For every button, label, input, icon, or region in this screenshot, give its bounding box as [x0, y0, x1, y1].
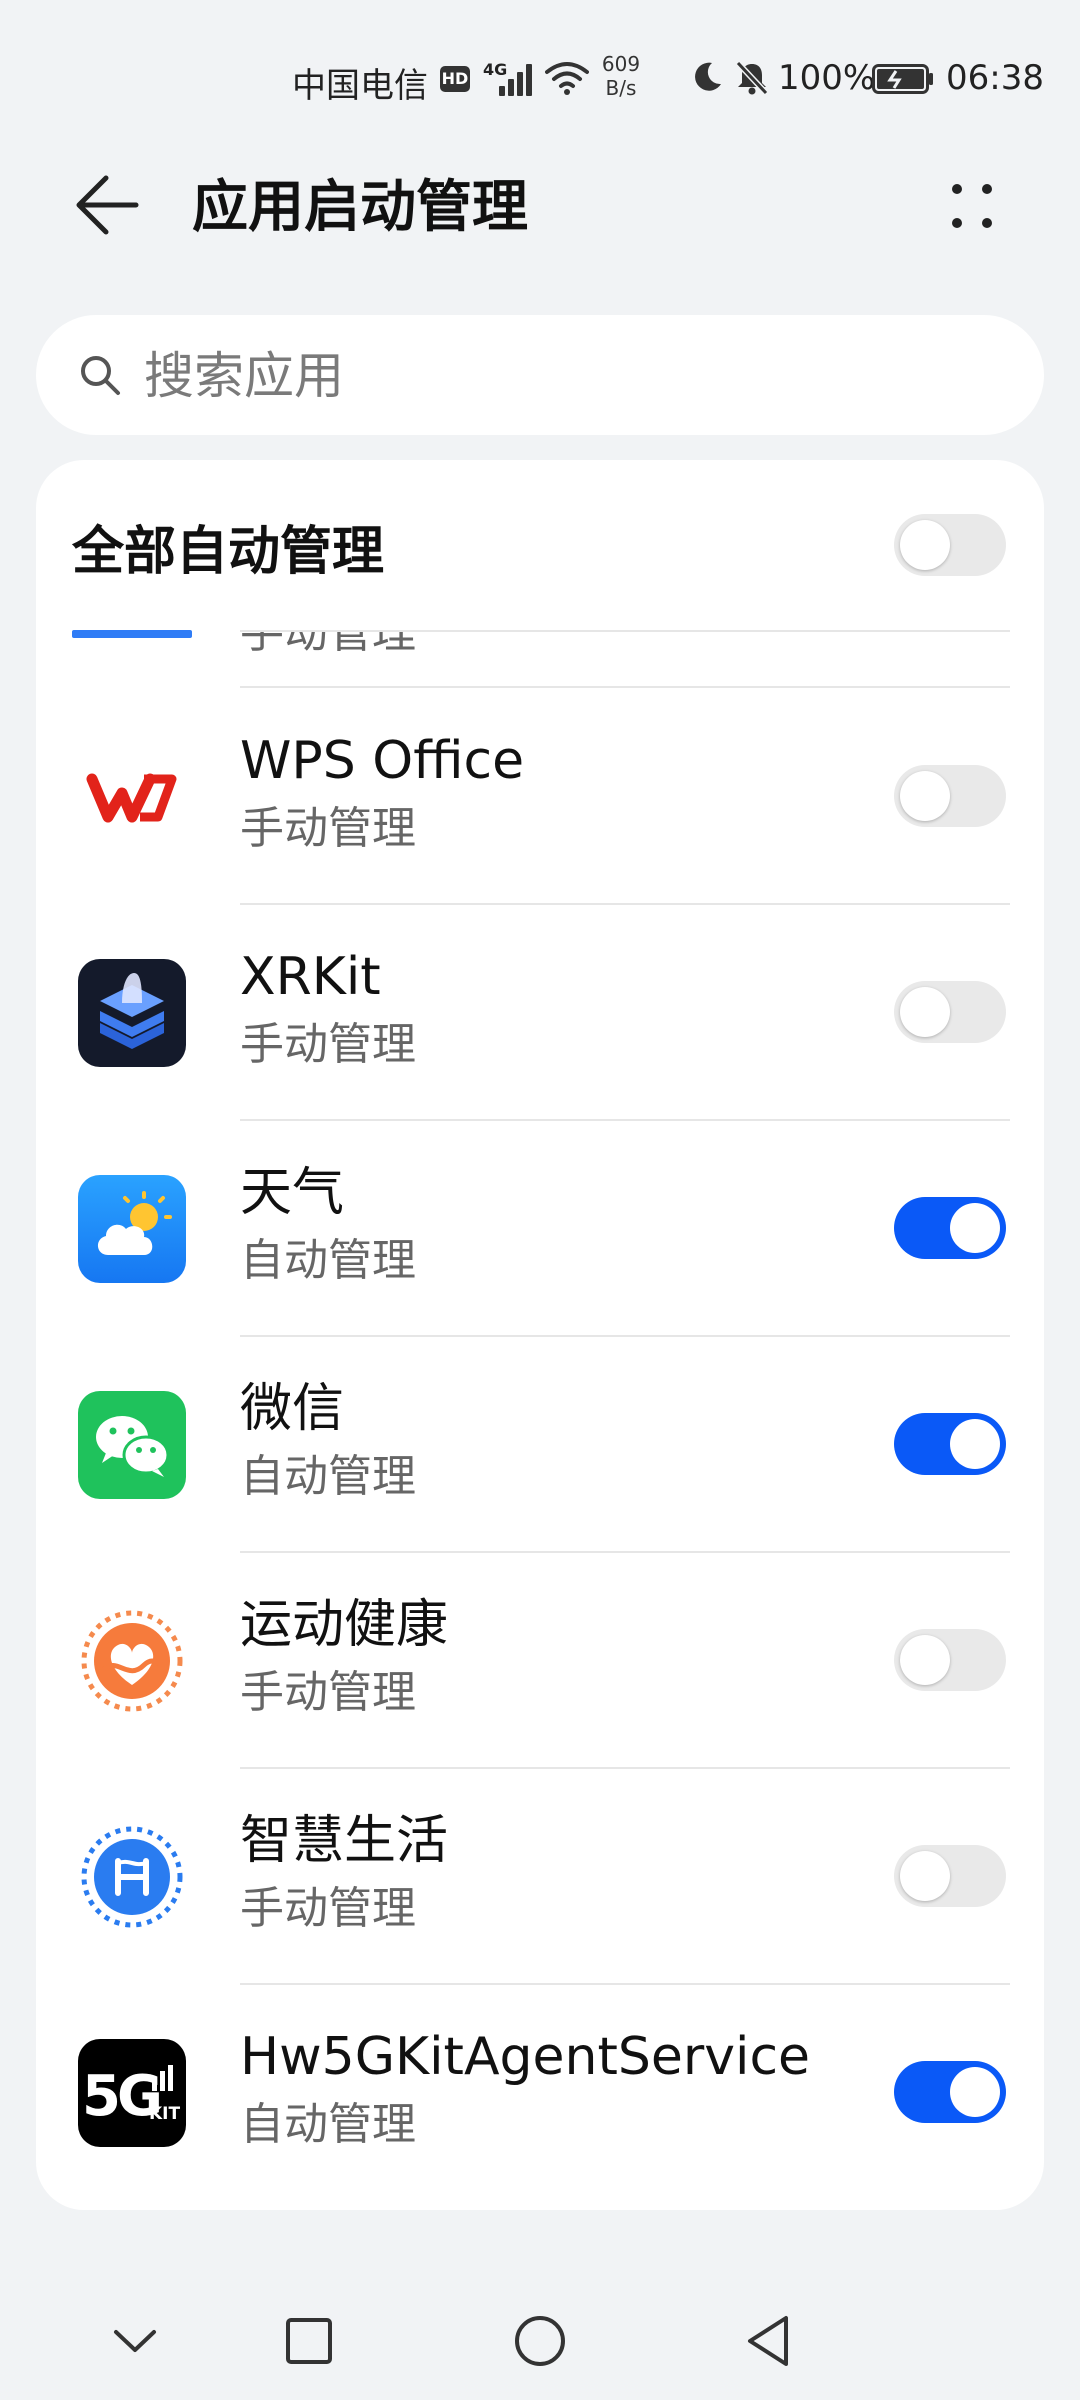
carrier-name: 中国电信: [292, 66, 428, 106]
wps-office-icon: [78, 743, 186, 851]
list-item[interactable]: 微信 自动管理: [36, 1336, 1044, 1552]
recents-square-icon[interactable]: [274, 2306, 344, 2376]
wifi-icon: [545, 62, 589, 95]
speed-unit: B/s: [605, 76, 637, 100]
smart-life-icon: [78, 1823, 186, 1931]
more-options-icon[interactable]: [940, 176, 1004, 240]
battery-percent: 100%: [778, 58, 876, 98]
moon-icon: [695, 62, 721, 91]
all-auto-manage-label: 全部自动管理: [72, 522, 385, 582]
search-icon: [81, 356, 120, 395]
speed-value: 609: [601, 52, 641, 76]
5g-kit-icon: 5G KIT: [78, 2039, 186, 2147]
app-name: 智慧生活: [240, 1811, 449, 1871]
divider: [240, 630, 1010, 632]
back-arrow-icon[interactable]: [70, 170, 140, 240]
navigation-bar: [0, 2290, 1080, 2400]
app-toggle[interactable]: [894, 1629, 1006, 1691]
status-bar: 中国电信 HD 4G 609 B/s 100% 06:38: [0, 0, 1080, 110]
app-status: 手动管理: [240, 803, 416, 854]
search-input[interactable]: [142, 337, 1006, 415]
app-name: XRKit: [240, 947, 381, 1007]
app-status: 自动管理: [240, 2099, 416, 2150]
signal-icon: [495, 62, 537, 96]
list-item[interactable]: 运动健康 手动管理: [36, 1552, 1044, 1768]
battery-icon: [872, 64, 933, 94]
svg-text:5G: 5G: [82, 2064, 159, 2129]
app-status: 自动管理: [240, 1451, 416, 1502]
svg-text:KIT: KIT: [149, 2104, 180, 2124]
list-item[interactable]: 天气 自动管理: [36, 1120, 1044, 1336]
list-item[interactable]: 智慧生活 手动管理: [36, 1768, 1044, 1984]
hd-badge: HD: [440, 66, 470, 92]
app-name: Hw5GKitAgentService: [240, 2027, 811, 2087]
search-bar[interactable]: [36, 315, 1044, 435]
xrkit-icon: [78, 959, 186, 1067]
chevron-down-icon[interactable]: [100, 2306, 170, 2376]
app-name: WPS Office: [240, 731, 525, 791]
back-triangle-icon[interactable]: [734, 2306, 804, 2376]
list-item[interactable]: 5G KIT Hw5GKitAgentService 自动管理: [36, 1984, 1044, 2200]
list-item-partial: 手动管理: [36, 630, 1044, 686]
list-item[interactable]: XRKit 手动管理: [36, 904, 1044, 1120]
bell-muted-icon: [735, 60, 769, 96]
wechat-icon: [78, 1391, 186, 1499]
page-title: 应用启动管理: [192, 175, 528, 240]
app-status: 手动管理: [240, 1019, 416, 1070]
list-item[interactable]: WPS Office 手动管理: [36, 688, 1044, 904]
app-name: 天气: [240, 1163, 345, 1223]
app-toggle[interactable]: [894, 1845, 1006, 1907]
all-auto-manage-row: 全部自动管理: [36, 460, 1044, 630]
app-toggle[interactable]: [894, 981, 1006, 1043]
partial-app-icon: [72, 630, 192, 638]
clock: 06:38: [946, 58, 1044, 98]
health-icon: [78, 1607, 186, 1715]
app-toggle[interactable]: [894, 2061, 1006, 2123]
network-speed: 609 B/s: [598, 52, 644, 100]
app-status: 手动管理: [240, 1667, 416, 1718]
app-toggle[interactable]: [894, 765, 1006, 827]
app-name: 微信: [240, 1379, 345, 1439]
app-toggle[interactable]: [894, 1197, 1006, 1259]
app-list-card: 全部自动管理 手动管理 WPS Office 手动管理 XRKit 手动管理 天…: [36, 460, 1044, 2210]
app-status: 手动管理: [240, 1883, 416, 1934]
app-status: 自动管理: [240, 1235, 416, 1286]
app-name: 运动健康: [240, 1595, 449, 1655]
app-status: 手动管理: [240, 630, 416, 658]
home-circle-icon[interactable]: [505, 2306, 575, 2376]
weather-icon: [78, 1175, 186, 1283]
app-toggle[interactable]: [894, 1413, 1006, 1475]
all-auto-manage-toggle[interactable]: [894, 514, 1006, 576]
